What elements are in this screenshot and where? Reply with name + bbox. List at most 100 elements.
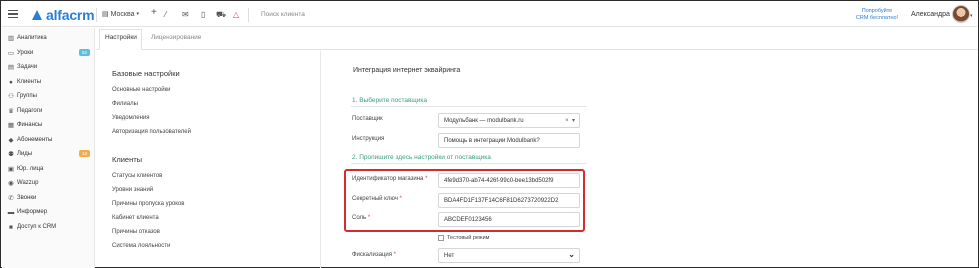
alert-icon[interactable]: △: [233, 10, 239, 20]
settings-nav: Базовые настройки Основные настройки Фил…: [96, 51, 321, 268]
section-title-basic: Базовые настройки: [112, 69, 180, 78]
tab-bar: Настройки Лицензирование: [96, 28, 978, 50]
divider: [248, 8, 249, 22]
wand-icon[interactable]: ⁄: [165, 10, 166, 20]
sidebar-item-tasks[interactable]: ▤ Задачи: [7, 62, 93, 72]
sidebar-item-label: Доступ к CRM: [17, 224, 57, 230]
try-crm-link[interactable]: Попробуйте CRM бесплатно!: [842, 8, 912, 21]
sidebar-item-label: Уроки: [17, 50, 34, 56]
badge: 13: [78, 150, 90, 157]
promo-line: CRM бесплатно!: [855, 14, 899, 21]
clear-icon[interactable]: × ▾: [565, 117, 575, 124]
sidebar-item-informer[interactable]: ▬ Информер: [7, 207, 93, 217]
sidebar-item-label: Wazzup: [17, 180, 39, 186]
fiscal-label: Фискализация *: [352, 252, 396, 258]
settings-link[interactable]: Кабинет клиента: [112, 215, 159, 221]
user-name[interactable]: Александра: [911, 11, 950, 18]
phone-icon: ✆: [8, 195, 14, 202]
sidebar-item-teachers[interactable]: ♛ Педагоги: [7, 106, 93, 116]
tag-icon: ◆: [8, 137, 14, 144]
settings-link[interactable]: Причины отказов: [112, 229, 160, 235]
instruction-link[interactable]: Помощь в интеграции Modulbank?: [438, 133, 580, 148]
settings-link[interactable]: Статусы клиентов: [112, 173, 162, 179]
search-input[interactable]: Поиск клиента: [261, 11, 305, 18]
sidebar-item-label: Задачи: [17, 64, 38, 70]
sidebar-item-label: Аналитика: [17, 35, 47, 41]
city-selector[interactable]: ▤ Москва ▾: [102, 10, 140, 19]
sidebar-item-label: Лиды: [17, 151, 33, 157]
informer-icon: ▬: [7, 208, 15, 216]
sidebar-item-label: Педагоги: [17, 108, 43, 114]
top-bar: alfacrm ▤ Москва ▾ + ⁄ ✉ ▯ ⛟ △ Поиск кли…: [2, 2, 977, 27]
instruction-value: Помощь в интеграции Modulbank?: [444, 137, 540, 144]
cart-icon[interactable]: ⛟: [216, 10, 226, 20]
instruction-label: Инструкция: [352, 136, 385, 142]
step-1-title: 1. Выберите поставщика: [352, 97, 428, 104]
mail-icon[interactable]: ✉: [182, 10, 189, 20]
sidebar-item-crm-access[interactable]: ■ Доступ к CRM: [7, 222, 93, 232]
sidebar-item-label: Информер: [17, 209, 48, 215]
sidebar-item-label: Клиенты: [17, 79, 42, 85]
fiscal-select[interactable]: Нет ⌄: [438, 248, 580, 263]
app-window: alfacrm ▤ Москва ▾ + ⁄ ✉ ▯ ⛟ △ Поиск кли…: [0, 0, 979, 268]
building-icon: ▤: [102, 11, 109, 18]
divider: [96, 8, 97, 22]
teacher-icon: ♛: [8, 108, 14, 115]
sidebar-item-legal[interactable]: ▣ Юр. лица: [7, 164, 93, 174]
city-label: Москва: [110, 10, 135, 18]
fiscal-value: Нет: [444, 252, 455, 259]
settings-link[interactable]: Уровни знаний: [112, 187, 153, 193]
sidebar-item-leads[interactable]: ⚉ Лиды 13: [7, 149, 93, 159]
divider: [351, 106, 587, 107]
settings-link[interactable]: Филиалы: [112, 101, 138, 107]
sidebar-item-label: Звонки: [17, 195, 37, 201]
avatar[interactable]: [952, 5, 970, 23]
test-mode-checkbox-row[interactable]: Тестовый режим: [438, 235, 489, 241]
tasks-icon: ▤: [7, 64, 15, 71]
sidebar-item-analytics[interactable]: ▥ Аналитика: [7, 33, 93, 43]
provider-label: Поставщик: [352, 116, 383, 122]
sidebar-item-calls[interactable]: ✆ Звонки: [7, 193, 93, 203]
settings-link[interactable]: Основные настройки: [112, 87, 171, 93]
menu-icon[interactable]: [8, 10, 18, 18]
panel-title: Интеграция интернет эквайринга: [353, 67, 461, 74]
step-2-title: 2. Пропишите здесь настройки от поставщи…: [352, 154, 491, 161]
test-mode-checkbox[interactable]: [438, 235, 444, 241]
provider-select[interactable]: Модульбанк — modulbank.ru × ▾: [438, 113, 580, 128]
logo-text: alfacrm: [46, 7, 95, 23]
settings-link[interactable]: Причины пропуска уроков: [112, 201, 184, 207]
tab-licensing[interactable]: Лицензирование: [151, 34, 201, 41]
user-caret-icon[interactable]: ▾: [970, 11, 973, 21]
sidebar-item-label: Юр. лица: [17, 166, 44, 172]
chevron-down-icon: ▾: [136, 11, 140, 17]
settings-link[interactable]: Система лояльности: [112, 243, 170, 249]
lock-icon: ■: [9, 223, 13, 231]
logo[interactable]: alfacrm: [31, 7, 95, 23]
divider: [351, 163, 587, 164]
section-title-clients: Клиенты: [112, 155, 143, 164]
sidebar-item-lessons[interactable]: ▭ Уроки 52: [7, 48, 93, 58]
chevron-down-icon: ⌄: [568, 250, 575, 259]
sidebar-item-finances[interactable]: ▦ Финансы: [7, 120, 93, 130]
logo-icon: [31, 9, 43, 21]
sidebar-item-groups[interactable]: ⚇ Группы: [7, 91, 93, 101]
sidebar-item-clients[interactable]: ● Клиенты: [7, 77, 93, 87]
chevron-down-icon: ▾: [571, 118, 575, 124]
whatsapp-icon: ◉: [8, 180, 14, 187]
tab-settings[interactable]: Настройки: [105, 34, 137, 41]
settings-link[interactable]: Уведомления: [112, 115, 150, 121]
sidebar-item-wazzup[interactable]: ◉ Wazzup: [7, 178, 93, 188]
building-icon: ▣: [7, 166, 15, 173]
phone-icon[interactable]: ▯: [201, 10, 205, 20]
group-icon: ⚇: [8, 93, 14, 100]
highlight-box: [344, 169, 585, 232]
sidebar: ▥ Аналитика ▭ Уроки 52 ▤ Задачи ● Клиент…: [2, 28, 95, 268]
test-mode-label: Тестовый режим: [447, 235, 490, 241]
sidebar-item-subscriptions[interactable]: ◆ Абонементы: [7, 135, 93, 145]
required-mark: *: [393, 252, 396, 258]
settings-link[interactable]: Авторизация пользователей: [112, 129, 191, 135]
money-icon: ▦: [7, 122, 15, 129]
user-icon: ●: [9, 78, 13, 86]
plus-icon[interactable]: +: [151, 8, 157, 18]
sidebar-item-label: Финансы: [17, 122, 43, 128]
